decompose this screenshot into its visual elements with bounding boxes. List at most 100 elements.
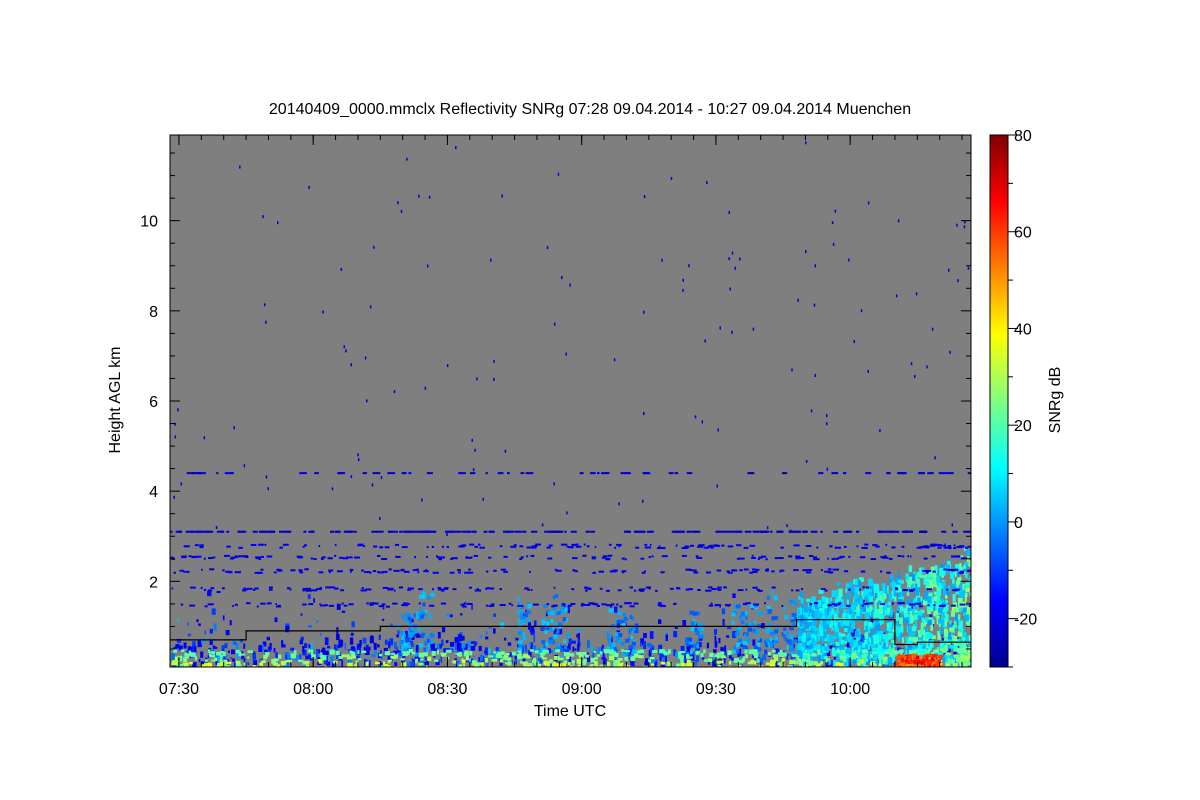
echo-speck	[739, 569, 743, 572]
echo-cell	[173, 649, 177, 653]
echo-cell	[888, 579, 893, 584]
echo-speck	[882, 556, 889, 559]
echo-speck	[203, 588, 207, 591]
echo-cell	[519, 660, 523, 663]
echo-cell	[522, 619, 527, 624]
echo-speck	[499, 545, 503, 548]
echo-speck	[322, 310, 324, 314]
echo-cell	[300, 636, 304, 641]
echo-speck	[804, 141, 807, 145]
echo-cell	[674, 626, 678, 629]
echo-speck	[529, 570, 531, 573]
echo-speck	[420, 530, 427, 533]
colorbar-tick-label: 60	[1014, 225, 1032, 242]
echo-speck	[486, 570, 489, 573]
echo-speck	[406, 157, 408, 161]
echo-speck	[268, 588, 273, 591]
echo-cell	[555, 594, 559, 599]
echo-cell	[721, 608, 726, 615]
echo-cell	[557, 622, 563, 627]
echo-speck	[385, 605, 390, 608]
echo-cell	[857, 641, 862, 646]
echo-cell	[413, 613, 417, 618]
echo-speck	[354, 530, 357, 533]
echo-speck	[461, 530, 466, 533]
echo-cell	[236, 649, 240, 654]
echo-speck	[170, 530, 173, 533]
echo-cell	[608, 634, 612, 639]
echo-speck	[418, 588, 423, 591]
echo-cell	[933, 649, 940, 654]
echo-cell	[735, 631, 740, 636]
echo-cell	[365, 661, 369, 667]
colorbar-axis: -20 0 20 40 60 80	[1008, 128, 1037, 668]
echo-cell	[602, 658, 607, 664]
echo-speck	[238, 546, 243, 549]
echo-speck	[233, 426, 235, 430]
echo-cell	[720, 646, 724, 652]
echo-speck	[341, 602, 344, 605]
echo-cell	[769, 637, 773, 642]
echo-speck	[302, 603, 307, 606]
echo-cell	[491, 659, 498, 662]
echo-cell	[543, 603, 548, 608]
echo-cell	[405, 613, 411, 618]
echo-cell	[411, 643, 415, 648]
echo-speck	[243, 464, 246, 468]
echo-speck	[901, 545, 905, 548]
echo-speck	[243, 555, 249, 558]
echo-cell	[617, 663, 623, 667]
echo-cell	[564, 607, 568, 612]
echo-cell	[891, 649, 895, 652]
echo-speck	[675, 544, 678, 547]
echo-speck	[731, 251, 734, 255]
echo-speck	[640, 530, 646, 533]
echo-cell	[576, 628, 582, 632]
echo-speck	[917, 472, 925, 475]
echo-cell	[209, 628, 213, 634]
echo-cell	[422, 594, 426, 599]
echo-cell	[479, 634, 482, 639]
echo-speck	[867, 369, 869, 373]
echo-speck	[617, 589, 622, 592]
echo-speck	[350, 570, 353, 573]
echo-cell	[344, 642, 347, 651]
echo-speck	[224, 472, 233, 475]
echo-speck	[751, 556, 756, 559]
echo-cell	[620, 641, 625, 646]
echo-cell	[595, 665, 600, 667]
echo-cell	[798, 642, 803, 650]
echo-cell	[840, 655, 846, 661]
echo-cell	[825, 599, 828, 608]
echo-cell	[419, 633, 424, 638]
echo-cell	[651, 663, 655, 666]
echo-cell	[874, 592, 878, 598]
echo-speck	[643, 195, 646, 199]
echo-speck	[715, 530, 719, 533]
echo-cell	[765, 638, 770, 643]
echo-speck	[369, 571, 372, 574]
echo-cell	[611, 644, 614, 649]
echo-cell	[934, 565, 938, 575]
echo-cell	[560, 647, 564, 652]
echo-cell	[495, 647, 499, 651]
echo-speck	[355, 556, 359, 559]
echo-speck	[215, 525, 218, 529]
echo-speck	[204, 605, 208, 608]
echo-cell	[752, 628, 756, 633]
echo-cell	[757, 636, 760, 641]
echo-cell	[222, 651, 226, 657]
echo-cell	[858, 652, 862, 657]
echo-speck	[232, 605, 234, 608]
echo-speck	[195, 555, 202, 558]
echo-speck	[442, 556, 445, 559]
echo-speck	[705, 589, 712, 592]
echo-speck	[633, 530, 639, 533]
echo-speck	[530, 589, 533, 592]
echo-speck	[421, 498, 423, 502]
echo-cell	[783, 626, 787, 631]
echo-cell	[224, 643, 228, 649]
echo-speck	[786, 524, 788, 528]
echo-cell	[945, 564, 951, 573]
echo-speck	[387, 472, 396, 475]
